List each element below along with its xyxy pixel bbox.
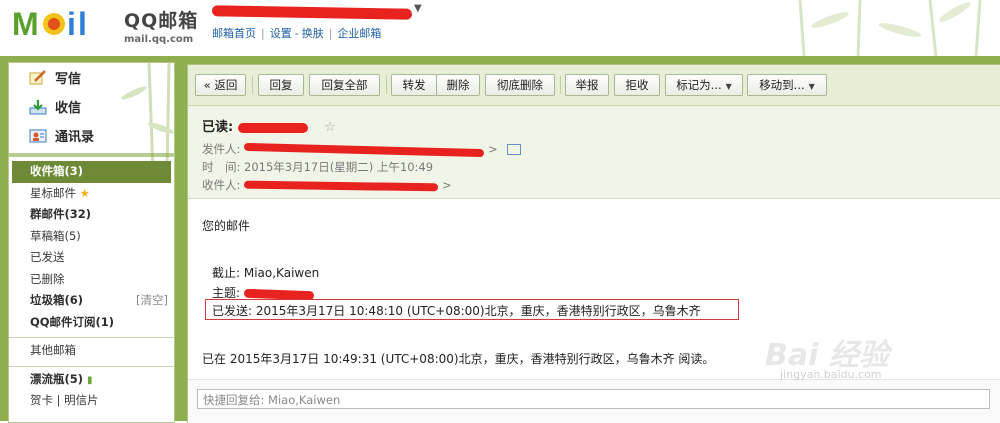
svg-text:i: i [67, 6, 76, 40]
message-subject: 已读: ☆ [202, 116, 336, 135]
contacts-label: 通讯录 [55, 130, 95, 145]
enterprise-mail-link[interactable]: 企业邮箱 [337, 27, 381, 40]
baidu-watermark-url: jingyan.baidu.com [780, 368, 882, 381]
sender-label: 发件人: [202, 142, 241, 156]
compose-icon [29, 69, 47, 86]
mark-as-label: 标记为... [676, 78, 722, 92]
body-subject-redacted [243, 288, 316, 300]
folder-drift-bottle[interactable]: 漂流瓶(5) ▮ [9, 365, 174, 391]
bottle-icon: ▮ [87, 374, 93, 386]
brand-name: QQ邮箱 [124, 10, 199, 32]
recipient-row: 收件人: > [202, 177, 452, 193]
report-button[interactable]: 举报 [565, 74, 609, 96]
receive-label: 收信 [55, 101, 82, 116]
move-to-label: 移动到... [759, 78, 805, 92]
folder-sent[interactable]: 已发送 [9, 247, 174, 269]
svg-text:l: l [78, 6, 87, 40]
brand-url: mail.qq.com [124, 34, 194, 45]
contacts-button[interactable]: 通讯录 [9, 121, 174, 150]
account-name-redacted[interactable]: ▼ [211, 3, 422, 20]
sender-row: 发件人: > [202, 141, 522, 157]
sidebar-divider [9, 153, 174, 157]
quick-reply-area: 快捷回复给: Miao,Kaiwen [188, 379, 1000, 423]
change-skin-link[interactable]: 换肤 [302, 27, 324, 40]
toolbar-separator [386, 76, 387, 94]
mail-toolbar: « 返回 回复 回复全部 转发 删除 彻底删除 举报 拒收 标记为... ▼ 移动… [188, 65, 1000, 106]
reject-button[interactable]: 拒收 [614, 74, 660, 96]
forward-button[interactable]: 转发 [391, 74, 437, 96]
bamboo-decoration [798, 0, 982, 56]
time-label: 时 间: [202, 160, 241, 174]
reply-button[interactable]: 回复 [258, 74, 304, 96]
move-to-dropdown[interactable]: 移动到... ▼ [747, 74, 827, 96]
logo-text: QQ邮箱 mail.qq.com [124, 6, 198, 45]
svg-text:M: M [12, 6, 39, 40]
chevron-down-icon[interactable]: ▼ [414, 3, 422, 14]
folder-starred-label: 星标邮件 [30, 185, 76, 200]
body-subject-label: 主题: [212, 286, 241, 300]
permanent-delete-button[interactable]: 彻底删除 [485, 74, 555, 96]
star-icon: ★ [79, 185, 90, 200]
body-line-read: 已在 2015年3月17日 10:49:31 (UTC+08:00)北京，重庆，… [202, 352, 715, 366]
header-nav: 邮箱首页 | 设置 - 换肤 | 企业邮箱 [212, 27, 382, 40]
subject-redacted [237, 122, 320, 134]
recipient-redacted[interactable] [243, 180, 442, 192]
folder-inbox[interactable]: 收件箱(3) [12, 161, 171, 183]
quick-reply-input[interactable]: 快捷回复给: Miao,Kaiwen [197, 389, 990, 409]
recipient-tail: > [442, 178, 452, 192]
sender-redacted[interactable] [243, 142, 488, 157]
mailbox-home-link[interactable]: 邮箱首页 [212, 27, 256, 40]
subject-prefix: 已读: [202, 120, 234, 135]
folder-subscriptions[interactable]: QQ邮件订阅(1) [9, 312, 174, 334]
top-header: M i l QQ邮箱 mail.qq.com ▼ 邮箱首页 | 设置 - 换肤 | 企业邮箱 [0, 0, 1000, 56]
contacts-icon [29, 128, 47, 144]
body-line-your-mail: 您的邮件 [202, 219, 251, 233]
folder-other-mailboxes[interactable]: 其他邮箱 [9, 337, 174, 362]
inbox-download-icon [29, 99, 47, 115]
mark-as-dropdown[interactable]: 标记为... ▼ [665, 74, 743, 96]
compose-label: 写信 [55, 72, 82, 87]
message-header: 已读: ☆ 发件人: > 时 间: 2015年3月17日(星期二) 上午10:4… [188, 106, 1000, 199]
sidebar-panel: 写信 收信 通讯录 收件箱(3) 星标邮件 ★ 群邮件(32) 草稿箱(5) 已… [8, 62, 175, 423]
sidebar: 写信 收信 通讯录 收件箱(3) 星标邮件 ★ 群邮件(32) 草稿箱(5) 已… [0, 56, 180, 423]
folder-group-mail[interactable]: 群邮件(32) [9, 204, 174, 226]
folder-deleted[interactable]: 已删除 [9, 269, 174, 291]
folder-spam[interactable]: 垃圾箱(6) [清空] [9, 290, 174, 312]
delete-button[interactable]: 删除 [436, 74, 480, 96]
reply-all-button[interactable]: 回复全部 [309, 74, 380, 96]
sender-tail: > [488, 142, 498, 156]
receive-button[interactable]: 收信 [9, 92, 174, 121]
folder-spam-label: 垃圾箱(6) [30, 293, 84, 307]
chevron-down-icon: ▼ [808, 82, 815, 91]
folder-drafts[interactable]: 草稿箱(5) [9, 226, 174, 248]
recipient-label: 收件人: [202, 178, 241, 192]
body-line-sent: 已发送: 2015年3月17日 10:48:10 (UTC+08:00)北京，重… [212, 304, 701, 318]
star-outline-icon[interactable]: ☆ [324, 120, 336, 135]
compose-button[interactable]: 写信 [9, 63, 174, 92]
settings-link[interactable]: 设置 [270, 27, 292, 40]
empty-spam-link[interactable]: [清空] [136, 290, 168, 312]
back-button[interactable]: « 返回 [195, 74, 246, 96]
qq-mail-logo[interactable]: M i l [12, 6, 120, 40]
body-line-recipient: 截止: Miao,Kaiwen [212, 266, 320, 280]
folder-cards[interactable]: 贺卡 | 明信片 [9, 390, 174, 412]
chevron-down-icon: ▼ [725, 82, 732, 91]
toolbar-separator [560, 76, 561, 94]
time-value: 2015年3月17日(星期二) 上午10:49 [244, 160, 434, 174]
toolbar-separator [252, 76, 253, 94]
address-card-icon[interactable] [507, 144, 522, 155]
folder-starred[interactable]: 星标邮件 ★ [9, 183, 174, 205]
folder-drift-bottle-label: 漂流瓶(5) [30, 371, 84, 386]
time-row: 时 间: 2015年3月17日(星期二) 上午10:49 [202, 159, 433, 175]
